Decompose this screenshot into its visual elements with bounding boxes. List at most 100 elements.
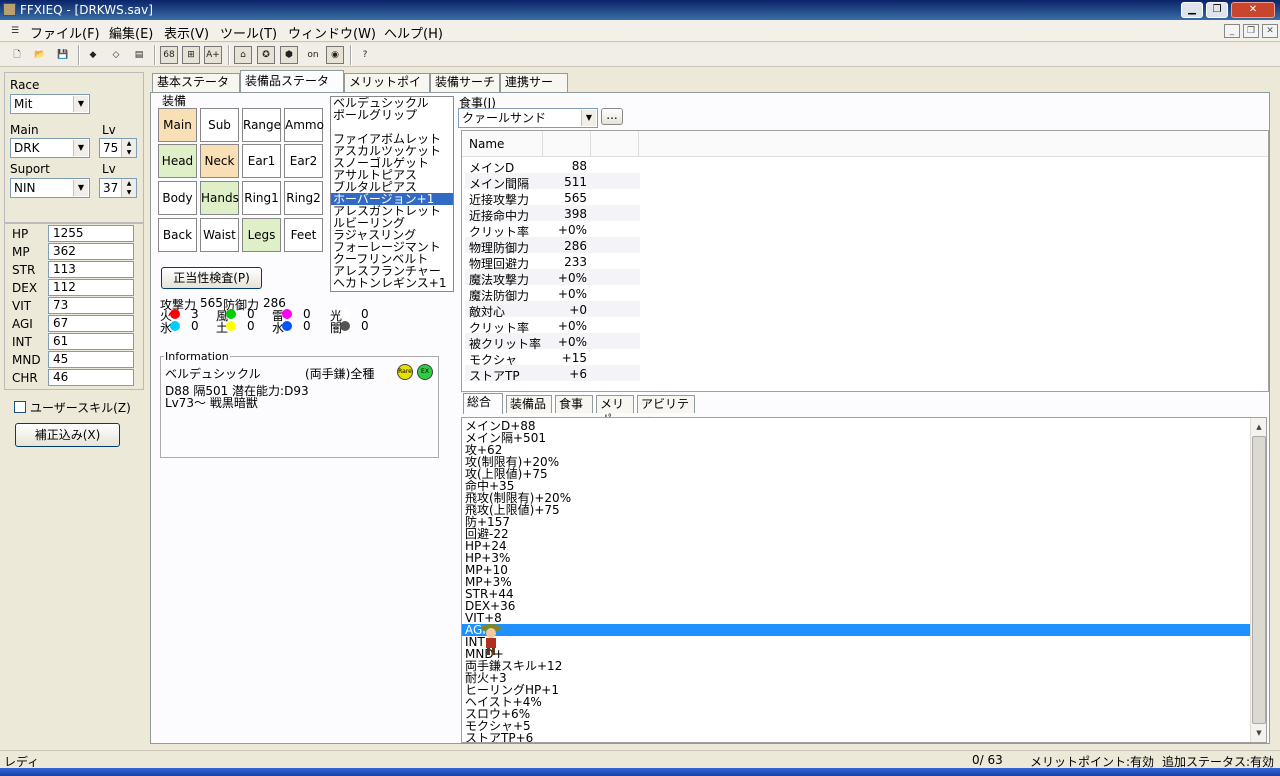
stat-value[interactable]: 113 [48, 261, 134, 278]
slot-ammo[interactable]: Ammo [284, 108, 324, 142]
race-select[interactable]: Mit ▼ [10, 94, 90, 114]
menu-edit[interactable]: 編集(E) [109, 23, 153, 42]
save-icon[interactable]: 💾 [54, 46, 72, 64]
item-list-entry[interactable]: ルビーリング [331, 217, 453, 229]
validate-button[interactable]: 正当性検査(P) [161, 267, 262, 289]
scroll-thumb[interactable] [1252, 436, 1266, 724]
tab-basic-status[interactable]: 基本ステータス [152, 73, 240, 106]
slot-main[interactable]: Main [158, 108, 197, 142]
menu-file[interactable]: ファイル(F) [30, 23, 100, 42]
spin-down-icon[interactable]: ▼ [121, 188, 136, 197]
slot-ring2[interactable]: Ring2 [284, 181, 323, 215]
close-button[interactable]: ✕ [1231, 2, 1275, 18]
on-toggle-icon[interactable]: on [302, 46, 324, 64]
item-list-entry[interactable]: ベルデュシックル [331, 97, 453, 109]
item-list-entry[interactable]: ラジャスリング [331, 229, 453, 241]
item-list-entry[interactable]: ポールグリップ [331, 109, 453, 121]
menu-window[interactable]: ウィンドウ(W) [288, 23, 376, 42]
scroll-down-icon[interactable]: ▼ [1252, 726, 1266, 740]
item-list-entry[interactable]: フォーレージマント [331, 241, 453, 253]
shield-icon[interactable]: ⬢ [280, 46, 298, 64]
grid-header-name[interactable]: Name [469, 137, 504, 151]
slot-sub[interactable]: Sub [200, 108, 239, 142]
equipped-item-list[interactable]: ベルデュシックル ポールグリップ ファイアボムレット アスカルツッケット スノーゴルゲッ… [330, 96, 454, 292]
stat-value[interactable]: 45 [48, 351, 134, 368]
help-icon[interactable]: ? [356, 46, 374, 64]
tab-equipment-status[interactable]: 装備品ステータス [240, 70, 344, 109]
attr-plus-icon[interactable]: A+ [204, 46, 222, 64]
item-list-entry[interactable]: アレスフランチャー [331, 265, 453, 277]
subtab-total[interactable]: 総合 [463, 393, 503, 414]
spin-down-icon[interactable]: ▼ [121, 148, 136, 157]
support-job-select[interactable]: NIN ▼ [10, 178, 90, 198]
tab-equipment-search[interactable]: 装備サーチ [430, 73, 500, 92]
mdi-restore-button[interactable]: ❐ [1243, 24, 1259, 38]
subtab-food[interactable]: 食事 [555, 395, 593, 413]
tab-merit-points[interactable]: メリットポイント [344, 73, 430, 106]
mdi-minimize-button[interactable]: _ [1224, 24, 1240, 38]
item-list-entry[interactable]: スノーゴルゲット [331, 157, 453, 169]
item-list-entry[interactable]: アスカルツッケット [331, 145, 453, 157]
item-list-entry[interactable]: ホーバージョン+1 [331, 193, 453, 205]
food-more-button[interactable]: ... [601, 108, 623, 125]
slot-body[interactable]: Body [158, 181, 197, 215]
subtab-equipment[interactable]: 装備品 [506, 395, 552, 413]
adjust-button[interactable]: 補正込み(X) [15, 423, 120, 447]
tab-chain-search[interactable]: 連携サーチ [500, 73, 568, 106]
stat-value[interactable]: 67 [48, 315, 134, 332]
minimize-button[interactable]: ▁ [1181, 2, 1203, 18]
item-list-entry[interactable]: クーフリンベルト [331, 253, 453, 265]
home-icon[interactable]: ⌂ [234, 46, 252, 64]
equip-clear-icon[interactable]: ◇ [107, 46, 125, 64]
new-file-icon[interactable]: 🗋 [8, 46, 26, 64]
level-68-icon[interactable]: 68 [160, 46, 178, 64]
slot-back[interactable]: Back [158, 218, 197, 252]
subtab-merit[interactable]: メリポ [596, 395, 634, 427]
slot-waist[interactable]: Waist [200, 218, 239, 252]
mdi-doc-icon[interactable]: ☰ [6, 22, 24, 40]
stat-value[interactable]: 61 [48, 333, 134, 350]
main-job-select[interactable]: DRK ▼ [10, 138, 90, 158]
equip-edit-icon[interactable]: ▤ [130, 46, 148, 64]
stat-value[interactable]: 1255 [48, 225, 134, 242]
stat-value[interactable]: 112 [48, 279, 134, 296]
stat-value[interactable]: 362 [48, 243, 134, 260]
grid-icon[interactable]: ⊞ [182, 46, 200, 64]
item-list-entry[interactable]: ファイアボムレット [331, 133, 453, 145]
property-row[interactable]: ストアTP+6 [465, 732, 533, 742]
item-list-entry[interactable]: アサルトピアス [331, 169, 453, 181]
menu-view[interactable]: 表示(V) [164, 23, 209, 42]
property-row[interactable]: AGI+ [462, 624, 1251, 636]
slot-ring1[interactable]: Ring1 [242, 181, 281, 215]
property-scrollbar[interactable]: ▲ ▼ [1250, 418, 1266, 742]
equip-set-icon[interactable]: ◆ [84, 46, 102, 64]
star-icon[interactable]: ✪ [257, 46, 275, 64]
mdi-close-button[interactable]: ✕ [1262, 24, 1278, 38]
menu-help[interactable]: ヘルプ(H) [384, 23, 443, 42]
item-list-entry[interactable]: ヘカトンレギンス+1 [331, 277, 453, 289]
scroll-up-icon[interactable]: ▲ [1252, 420, 1266, 434]
slot-head[interactable]: Head [158, 144, 197, 178]
food-icon[interactable]: ◉ [326, 46, 344, 64]
user-skill-checkbox[interactable] [14, 401, 26, 413]
slot-hands[interactable]: Hands [200, 181, 239, 215]
stat-value[interactable]: 73 [48, 297, 134, 314]
support-lv-spinner[interactable]: 37 ▲ ▼ [99, 178, 137, 198]
slot-ear1[interactable]: Ear1 [242, 144, 281, 178]
slot-neck[interactable]: Neck [200, 144, 239, 178]
main-lv-spinner[interactable]: 75 ▲ ▼ [99, 138, 137, 158]
spin-up-icon[interactable]: ▲ [121, 139, 136, 148]
slot-range[interactable]: Range [242, 108, 281, 142]
slot-legs[interactable]: Legs [242, 218, 281, 252]
food-select[interactable]: クァールサンド ▼ [458, 108, 598, 128]
open-folder-icon[interactable]: 📂 [31, 46, 49, 64]
property-list[interactable]: メインD+88 メイン隔+501 攻+62 攻(制限有)+20% 攻(上限値)+75 命中… [461, 417, 1267, 743]
slot-ear2[interactable]: Ear2 [284, 144, 323, 178]
item-list-entry[interactable] [331, 121, 453, 133]
maximize-button[interactable]: ❐ [1206, 2, 1228, 18]
slot-feet[interactable]: Feet [284, 218, 323, 252]
item-list-entry[interactable]: アレスガントレット [331, 205, 453, 217]
subtab-ability[interactable]: アビリティ [637, 395, 695, 427]
menu-tools[interactable]: ツール(T) [220, 23, 277, 42]
stat-value[interactable]: 46 [48, 369, 134, 386]
